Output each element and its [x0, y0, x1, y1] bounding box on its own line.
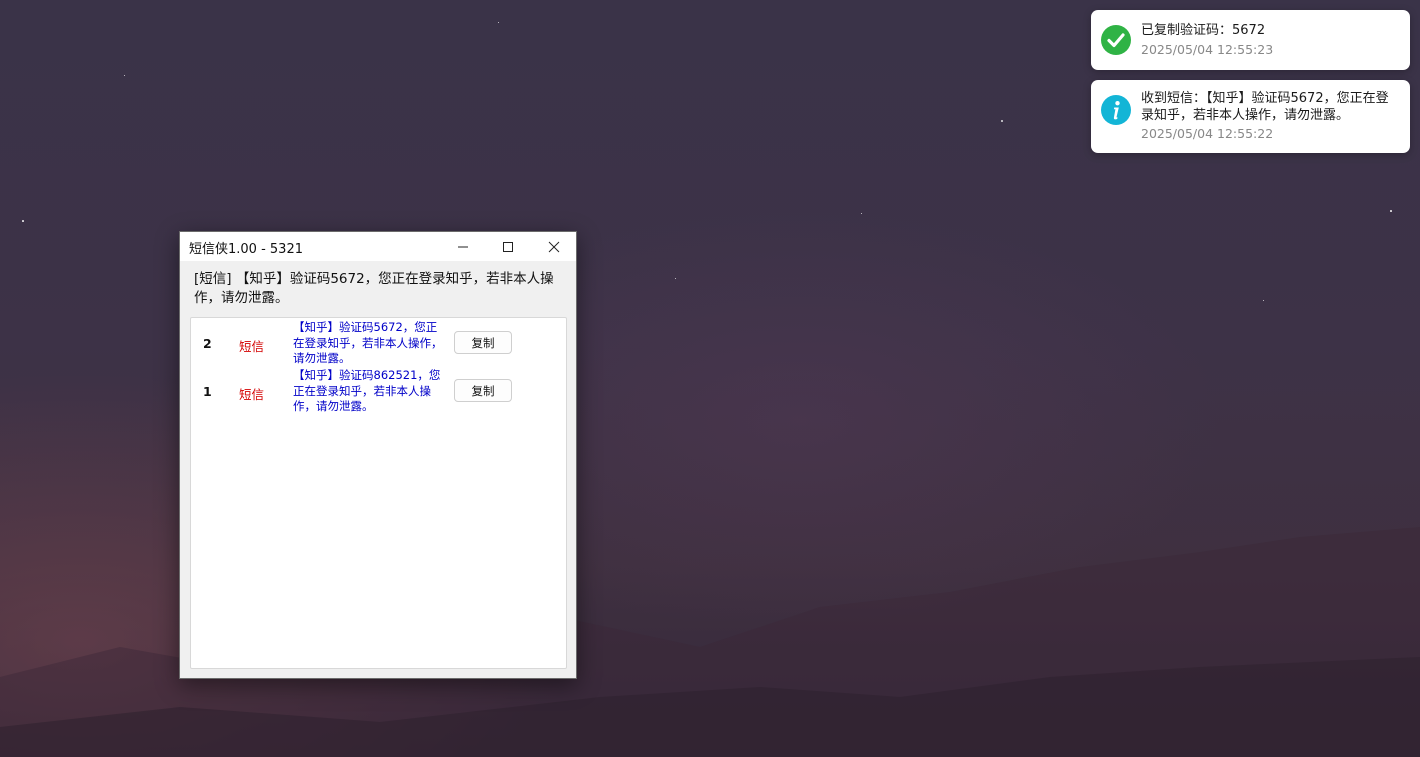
maximize-icon: [503, 241, 513, 252]
notification-time: 2025/05/04 12:55:22: [1141, 126, 1274, 141]
background-star: [22, 220, 24, 222]
message-index: 2: [203, 336, 212, 351]
notification-title: 已复制验证码：5672: [1141, 23, 1266, 38]
latest-message-text: [短信] 【知乎】验证码5672，您正在登录知乎，若非本人操作，请勿泄露。: [194, 271, 554, 306]
message-content: 【知乎】验证码862521，您正在登录知乎，若非本人操作，请勿泄露。: [293, 368, 441, 413]
notification-received[interactable]: 收到短信：【知乎】验证码5672，您正在登录知乎，若非本人操作，请勿泄露。 20…: [1091, 80, 1410, 153]
app-window: 短信侠1.00 - 5321 [短信] 【知乎】验证码5672，您正在登录知乎，…: [179, 231, 577, 679]
background-star: [1390, 210, 1392, 212]
title-bar[interactable]: 短信侠1.00 - 5321: [180, 232, 576, 261]
message-content: 【知乎】验证码5672，您正在登录知乎，若非本人操作，请勿泄露。: [293, 320, 443, 365]
minimize-button[interactable]: [440, 232, 486, 261]
notification-copied[interactable]: 已复制验证码：5672 2025/05/04 12:55:23: [1091, 10, 1410, 70]
background-star: [124, 75, 125, 76]
list-item: 2 短信 【知乎】验证码5672，您正在登录知乎，若非本人操作，请勿泄露。 复制: [191, 318, 566, 366]
check-icon: [1101, 25, 1131, 55]
background-star: [861, 213, 862, 214]
minimize-icon: [458, 246, 468, 247]
list-item: 1 短信 【知乎】验证码862521，您正在登录知乎，若非本人操作，请勿泄露。 …: [191, 366, 566, 414]
background-star: [1001, 120, 1003, 122]
notification-title: 收到短信：【知乎】验证码5672，您正在登录知乎，若非本人操作，请勿泄露。: [1141, 91, 1389, 123]
maximize-button[interactable]: [485, 232, 531, 261]
info-icon: [1101, 95, 1131, 125]
notification-time: 2025/05/04 12:55:23: [1141, 42, 1274, 57]
copy-button[interactable]: 复制: [454, 331, 512, 354]
message-type: 短信: [239, 339, 265, 354]
background-star: [675, 278, 676, 279]
background-star: [1263, 300, 1264, 301]
copy-button[interactable]: 复制: [454, 379, 512, 402]
window-title: 短信侠1.00 - 5321: [189, 242, 303, 257]
background-star: [498, 22, 499, 23]
close-icon: [548, 241, 560, 252]
close-button[interactable]: [531, 232, 577, 261]
message-index: 1: [203, 384, 212, 399]
message-list: 2 短信 【知乎】验证码5672，您正在登录知乎，若非本人操作，请勿泄露。 复制…: [190, 317, 567, 669]
message-type: 短信: [239, 387, 265, 402]
